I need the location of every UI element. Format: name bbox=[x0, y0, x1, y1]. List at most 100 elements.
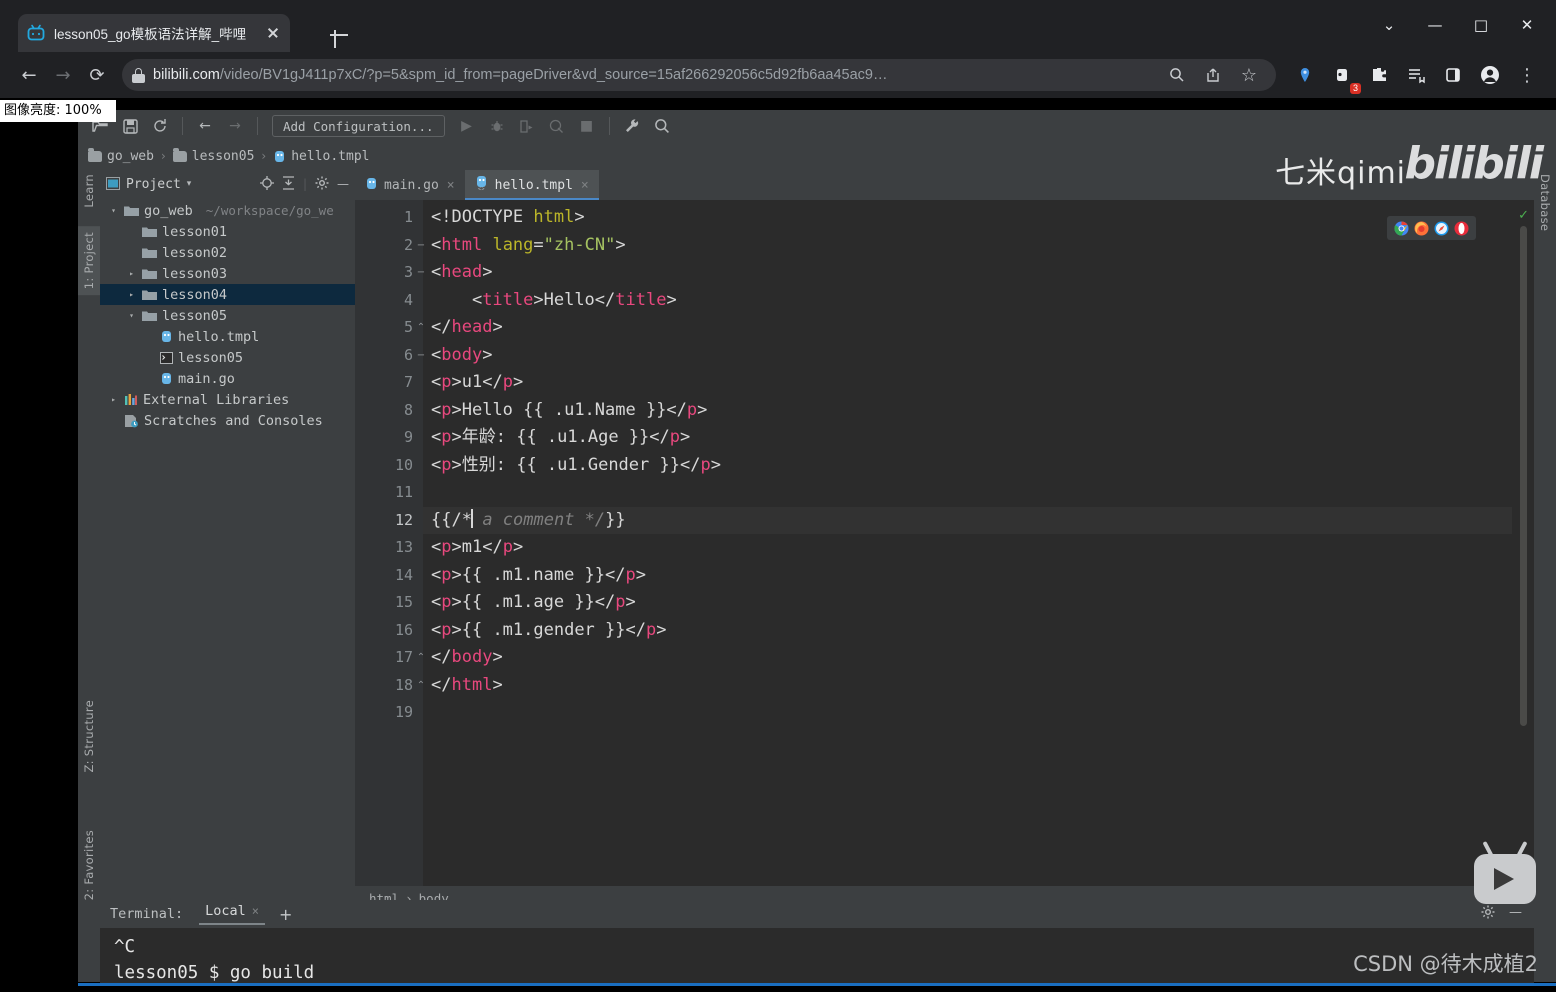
extension-count-badge: 3 bbox=[1350, 83, 1361, 94]
firefox-icon[interactable] bbox=[1414, 221, 1429, 236]
browser-menu-icon[interactable]: ⋮ bbox=[1510, 58, 1544, 92]
safari-icon[interactable] bbox=[1434, 221, 1449, 236]
wrench-icon[interactable] bbox=[618, 114, 646, 138]
code-line[interactable]: <p>m1</p> bbox=[431, 534, 523, 562]
search-everywhere-icon[interactable] bbox=[648, 114, 676, 138]
inspection-status-icon[interactable]: ✓ bbox=[1518, 208, 1529, 223]
code-line[interactable]: {{/* a comment */}} bbox=[431, 507, 626, 535]
tree-expand-arrow[interactable]: ▾ bbox=[126, 311, 137, 320]
code-content[interactable]: <!DOCTYPE html><html lang="zh-CN"><head>… bbox=[423, 200, 1512, 886]
side-panel-icon[interactable] bbox=[1436, 58, 1470, 92]
back-icon[interactable]: ← bbox=[12, 58, 46, 92]
code-line[interactable]: </html> bbox=[431, 672, 503, 700]
code-line[interactable]: <!DOCTYPE html> bbox=[431, 204, 585, 232]
location-pin-icon[interactable] bbox=[1288, 58, 1322, 92]
breadcrumb-item-0[interactable]: go_web bbox=[88, 149, 154, 164]
locate-icon[interactable] bbox=[260, 176, 274, 193]
forward-icon[interactable]: → bbox=[46, 58, 80, 92]
project-tree: ▾go_web~/workspace/go_welesson01lesson02… bbox=[100, 198, 355, 431]
code-line[interactable]: <p>u1</p> bbox=[431, 369, 523, 397]
collapse-all-icon[interactable] bbox=[282, 176, 295, 193]
code-line[interactable]: <p>{{ .m1.gender }}</p> bbox=[431, 617, 666, 645]
address-bar[interactable]: bilibili.com/video/BV1gJ411p7xC/?p=5&spm… bbox=[122, 59, 1276, 91]
gear-icon[interactable] bbox=[1481, 905, 1495, 923]
breadcrumb-separator: › bbox=[261, 149, 266, 163]
tree-node[interactable]: ▸ lesson03 bbox=[100, 263, 355, 284]
save-icon[interactable] bbox=[116, 114, 144, 138]
close-icon[interactable]: × bbox=[581, 178, 589, 193]
close-window-button[interactable]: ✕ bbox=[1504, 8, 1550, 42]
code-line[interactable]: </head> bbox=[431, 314, 503, 342]
code-line[interactable]: </body> bbox=[431, 644, 503, 672]
hide-terminal-icon[interactable]: — bbox=[1509, 905, 1522, 923]
avatar[interactable] bbox=[1473, 58, 1507, 92]
code-line[interactable]: <p>年龄: {{ .u1.Age }}</p> bbox=[431, 424, 690, 452]
sync-icon[interactable] bbox=[146, 114, 174, 138]
tree-node[interactable]: lesson02 bbox=[100, 242, 355, 263]
code-editor[interactable]: 12−3−45⌃6−7891011121314151617⌃18⌃19 <!DO… bbox=[355, 200, 1534, 886]
tree-node[interactable]: ▾lesson05 bbox=[100, 305, 355, 326]
hide-panel-icon[interactable]: — bbox=[337, 177, 349, 191]
run-icon[interactable]: ▶ bbox=[453, 114, 481, 138]
code-line[interactable]: <p>Hello {{ .u1.Name }}</p> bbox=[431, 397, 707, 425]
rail-item-project[interactable]: 1: Project bbox=[78, 226, 100, 295]
editor-tab-main-go[interactable]: main.go × bbox=[355, 170, 465, 200]
stop-icon[interactable]: ■ bbox=[573, 114, 601, 138]
opera-icon[interactable] bbox=[1454, 221, 1469, 236]
code-line[interactable]: <body> bbox=[431, 342, 492, 370]
tree-expand-arrow[interactable]: ▸ bbox=[126, 269, 137, 278]
tree-node[interactable]: lesson01 bbox=[100, 221, 355, 242]
terminal-tab-local[interactable]: Local × bbox=[199, 903, 265, 925]
breadcrumb-item-1[interactable]: lesson05 bbox=[173, 149, 255, 164]
code-line[interactable]: <p>性别: {{ .u1.Gender }}</p> bbox=[431, 452, 721, 480]
tree-node[interactable]: ▾go_web~/workspace/go_we bbox=[100, 200, 355, 221]
code-line[interactable]: <p>{{ .m1.name }}</p> bbox=[431, 562, 646, 590]
code-line[interactable]: <p>{{ .m1.age }}</p> bbox=[431, 589, 636, 617]
tree-expand-arrow[interactable]: ▸ bbox=[108, 395, 119, 404]
maximize-button[interactable]: □ bbox=[1458, 8, 1504, 42]
rail-item-structure[interactable]: Z: Structure bbox=[82, 700, 96, 773]
minimize-button[interactable]: — bbox=[1412, 8, 1458, 42]
run-configuration-selector[interactable]: Add Configuration... bbox=[272, 115, 445, 137]
reading-list-icon[interactable] bbox=[1399, 58, 1433, 92]
puzzle-icon[interactable] bbox=[1362, 58, 1396, 92]
tree-node-label: main.go bbox=[178, 371, 235, 387]
tree-node[interactable]: ▸External Libraries bbox=[100, 389, 355, 410]
tree-node-label: lesson03 bbox=[162, 266, 227, 282]
code-line[interactable]: <head> bbox=[431, 259, 492, 287]
debug-icon[interactable] bbox=[483, 114, 511, 138]
gear-icon[interactable] bbox=[315, 176, 329, 193]
tree-node[interactable]: Scratches and Consoles bbox=[100, 410, 355, 431]
browser-tab[interactable]: lesson05_go模板语法详解_哔哩 bbox=[18, 14, 290, 52]
rail-item-favorites[interactable]: 2: Favorites bbox=[82, 830, 96, 900]
editor-scrollbar[interactable] bbox=[1520, 226, 1527, 726]
nav-back-icon[interactable]: ← bbox=[191, 114, 219, 138]
tree-expand-arrow[interactable]: ▾ bbox=[108, 206, 119, 215]
close-icon[interactable]: × bbox=[252, 904, 259, 918]
breadcrumb-item-2[interactable]: hello.tmpl bbox=[273, 149, 369, 164]
code-line[interactable]: <html lang="zh-CN"> bbox=[431, 232, 626, 260]
tree-expand-arrow[interactable]: ▸ bbox=[126, 290, 137, 299]
rail-item-learn[interactable]: Learn bbox=[82, 174, 96, 208]
tree-node[interactable]: main.go bbox=[100, 368, 355, 389]
tree-node[interactable]: ▸lesson04 bbox=[100, 284, 355, 305]
code-line[interactable]: <title>Hello</title> bbox=[431, 287, 677, 315]
new-tab-button[interactable] bbox=[326, 22, 352, 48]
extension-badge-icon[interactable]: 3 bbox=[1325, 58, 1359, 92]
chrome-icon[interactable] bbox=[1394, 221, 1409, 236]
nav-forward-icon[interactable]: → bbox=[221, 114, 249, 138]
reload-icon[interactable]: ⟳ bbox=[80, 58, 114, 92]
add-terminal-icon[interactable]: + bbox=[279, 905, 292, 924]
share-icon[interactable] bbox=[1196, 59, 1230, 91]
chevron-down-icon[interactable]: ▾ bbox=[187, 179, 192, 189]
editor-tab-hello-tmpl[interactable]: <> hello.tmpl × bbox=[465, 170, 599, 200]
tree-node[interactable]: hello.tmpl bbox=[100, 326, 355, 347]
profile-icon[interactable] bbox=[543, 114, 571, 138]
run-with-coverage-icon[interactable] bbox=[513, 114, 541, 138]
search-icon[interactable] bbox=[1160, 59, 1194, 91]
tree-node[interactable]: lesson05 bbox=[100, 347, 355, 368]
minimize-group-button[interactable]: ⌄ bbox=[1366, 8, 1412, 42]
bookmark-star-icon[interactable]: ☆ bbox=[1232, 59, 1266, 91]
close-icon[interactable] bbox=[264, 24, 282, 42]
close-icon[interactable]: × bbox=[447, 178, 455, 193]
